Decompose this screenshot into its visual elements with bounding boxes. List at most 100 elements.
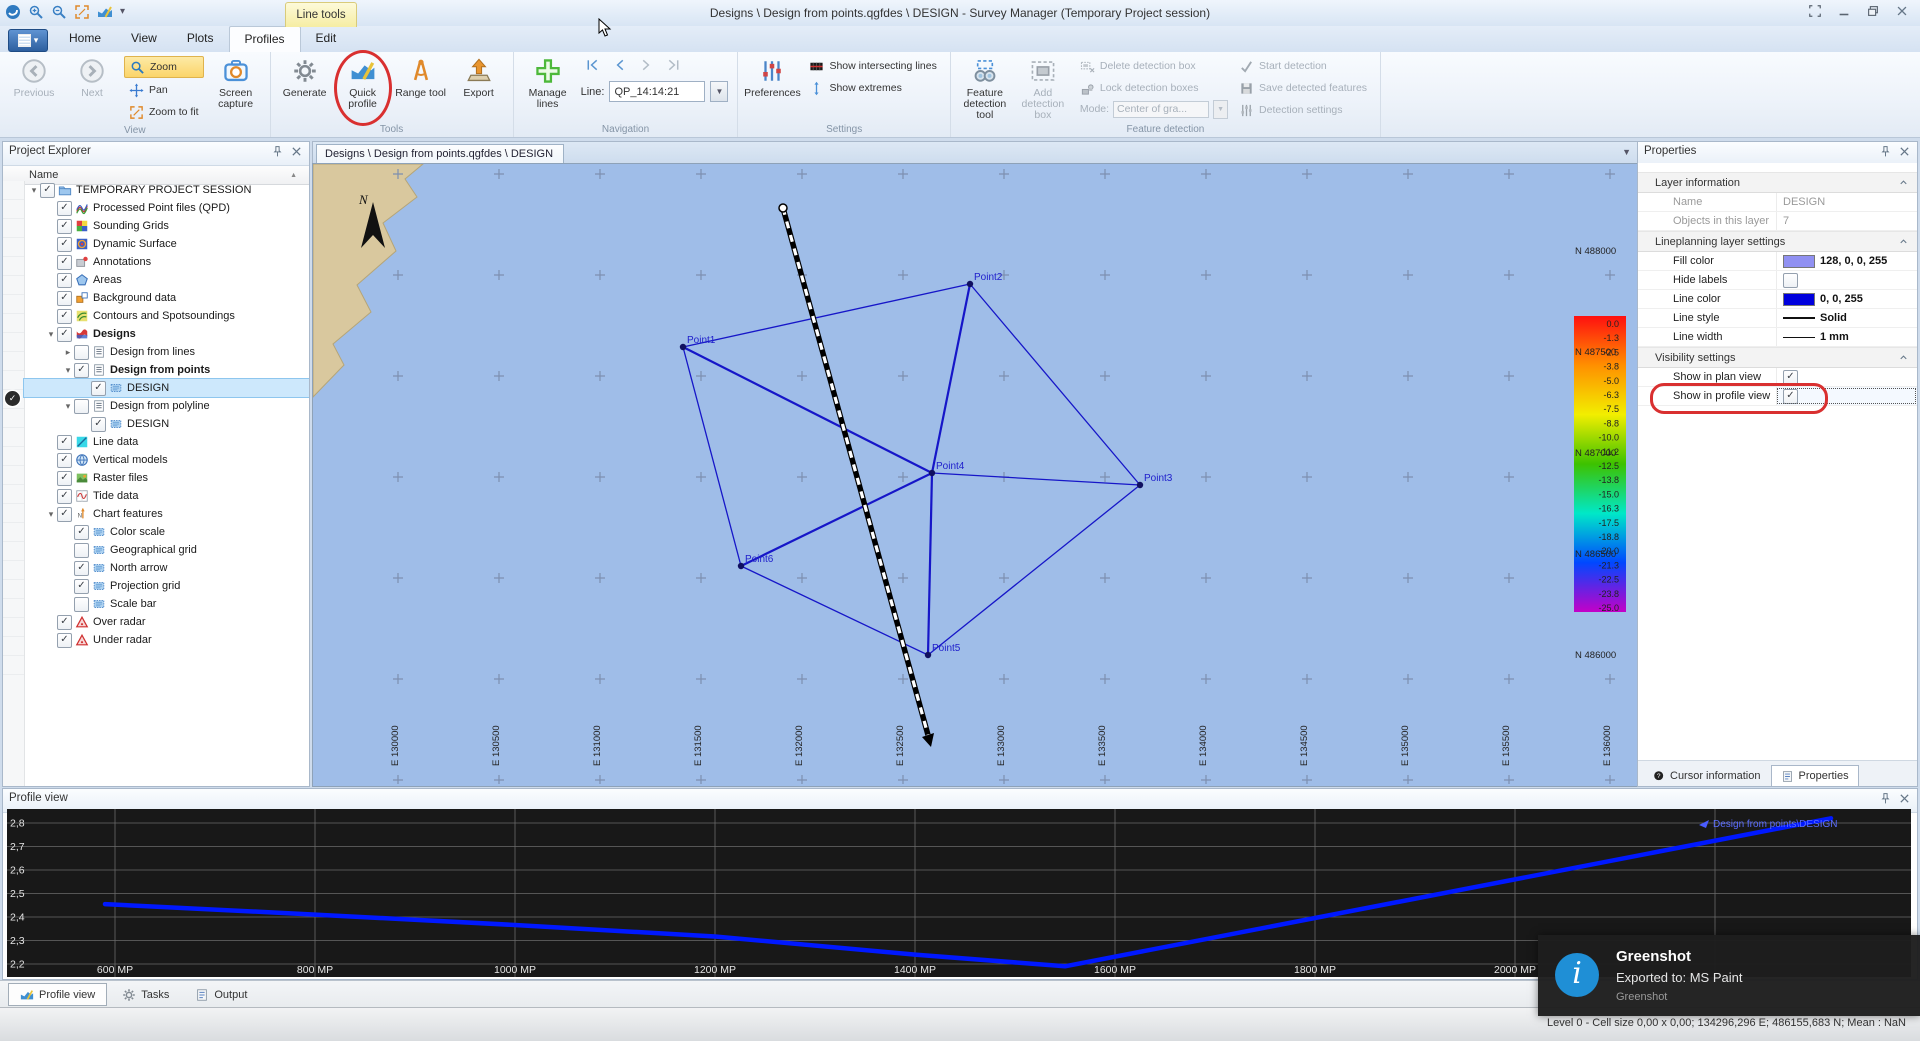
contextual-tab-line-tools[interactable]: Line tools [285,2,357,27]
fullscreen-button[interactable] [1807,4,1823,18]
document-list-dropdown-icon[interactable]: ▼ [1622,147,1631,157]
tree-item-design-from-lines[interactable]: ▸Design from lines [24,343,309,361]
tree-checkbox[interactable]: ✓ [57,453,72,468]
pin-icon[interactable] [271,145,284,158]
tree-checkbox[interactable]: ✓ [57,435,72,450]
tree-item-design[interactable]: ✓DESIGN [24,379,309,397]
property-checkbox[interactable]: ✓ [1783,389,1798,404]
tree-item-raster-files[interactable]: ✓Raster files [24,469,309,487]
tree-item-background-data[interactable]: ✓Background data [24,289,309,307]
tree-checkbox[interactable]: ✓ [57,633,72,648]
tree-checkbox[interactable]: ✓ [40,183,55,198]
zoom-to-fit-button[interactable]: Zoom to fit [124,102,204,122]
go-previous-button[interactable] [612,57,627,73]
tree-item-design-from-points[interactable]: ▾✓Design from points [24,361,309,379]
tree-checkbox[interactable]: ✓ [57,471,72,486]
tree-checkbox[interactable]: ✓ [57,309,72,324]
close-button[interactable] [1894,4,1910,18]
tree-checkbox[interactable]: ✓ [91,417,106,432]
feature-detection-tool-button[interactable]: Feature detection tool [956,54,1014,122]
tree-checkbox[interactable] [74,543,89,558]
bottom-tab-tasks[interactable]: Tasks [111,984,180,1005]
tab-plots[interactable]: Plots [172,26,229,52]
tree-item-annotations[interactable]: ✓Annotations [24,253,309,271]
tree-item-vertical-models[interactable]: ✓Vertical models [24,451,309,469]
close-icon[interactable] [1898,792,1911,805]
collapse-chevron-icon[interactable] [1898,236,1909,247]
tree-checkbox[interactable] [74,399,89,414]
restore-button[interactable] [1865,4,1881,18]
greenshot-toast[interactable]: i Greenshot Exported to: MS Paint Greens… [1538,935,1920,1016]
tree-item-temporary-project-session[interactable]: ▾✓TEMPORARY PROJECT SESSION [24,181,309,199]
preferences-button[interactable]: Preferences [743,54,801,122]
screen-capture-button[interactable]: Screen capture [207,54,265,122]
tree-checkbox[interactable]: ✓ [74,363,89,378]
section-header-layer-information[interactable]: Layer information [1638,172,1917,193]
tree-item-sounding-grids[interactable]: ✓Sounding Grids [24,217,309,235]
tab-cursor-information[interactable]: ?Cursor information [1644,766,1769,786]
tree-item-north-arrow[interactable]: ✓North arrow [24,559,309,577]
plan-view-map[interactable]: NPoint1Point2Point3Point4Point5Point60.0… [312,163,1638,787]
tab-properties[interactable]: Properties [1771,765,1858,786]
tree-item-chart-features[interactable]: ▾✓NChart features [24,505,309,523]
app-logo-icon[interactable] [5,4,21,20]
expander-icon[interactable]: ▸ [62,347,74,358]
export-button[interactable]: Export [450,54,508,122]
property-row-line-width[interactable]: Line width1 mm [1638,328,1917,347]
manage-lines-button[interactable]: Manage lines [519,54,577,122]
tree-item-design[interactable]: ✓DESIGN [24,415,309,433]
show-extremes-button[interactable]: Show extremes [804,78,941,98]
tree-checkbox[interactable]: ✓ [74,579,89,594]
tab-home[interactable]: Home [54,26,116,52]
collapse-chevron-icon[interactable] [1898,352,1909,363]
property-checkbox[interactable] [1783,273,1798,288]
tree-checkbox[interactable]: ✓ [57,489,72,504]
tree-checkbox[interactable]: ✓ [57,219,72,234]
tree-checkbox[interactable]: ✓ [74,525,89,540]
tree-item-areas[interactable]: ✓Areas [24,271,309,289]
application-menu-button[interactable]: ▾ [8,29,48,52]
expander-icon[interactable]: ▾ [45,509,57,520]
property-row-show-in-plan-view[interactable]: Show in plan view✓ [1638,368,1917,387]
property-row-name[interactable]: NameDESIGN [1638,193,1917,212]
tree-item-designs[interactable]: ▾✓Designs [24,325,309,343]
property-row-fill-color[interactable]: Fill color128, 0, 0, 255 [1638,252,1917,271]
tree-checkbox[interactable]: ✓ [74,561,89,576]
expander-icon[interactable]: ▾ [45,329,57,340]
tree-item-under-radar[interactable]: ✓Under radar [24,631,309,649]
property-row-show-in-profile-view[interactable]: Show in profile view✓ [1638,387,1917,406]
tree-item-tide-data[interactable]: ✓Tide data [24,487,309,505]
expander-icon[interactable]: ▾ [62,401,74,412]
tree-item-design-from-polyline[interactable]: ▾Design from polyline [24,397,309,415]
tree-checkbox[interactable]: ✓ [57,255,72,270]
tree-checkbox[interactable]: ✓ [57,273,72,288]
tree-checkbox[interactable]: ✓ [57,291,72,306]
tree-checkbox[interactable]: ✓ [57,615,72,630]
line-select-value[interactable]: QP_14:14:21 [609,81,705,102]
go-first-button[interactable] [585,57,600,73]
tree-item-geographical-grid[interactable]: Geographical grid [24,541,309,559]
tree-item-over-radar[interactable]: ✓Over radar [24,613,309,631]
tree-checkbox[interactable]: ✓ [57,201,72,216]
tree-checkbox[interactable]: ✓ [57,507,72,522]
quick-profile-button[interactable]: Quick profile [334,54,392,122]
tree-item-scale-bar[interactable]: Scale bar [24,595,309,613]
tree-checkbox[interactable] [74,597,89,612]
show-intersecting-lines-button[interactable]: Show intersecting lines [804,56,941,76]
zoom-fit-icon[interactable] [74,4,90,20]
profile-chart-icon[interactable] [97,4,113,20]
pan-button[interactable]: Pan [124,80,204,100]
generate-button[interactable]: Generate [276,54,334,122]
map-canvas[interactable]: NPoint1Point2Point3Point4Point5Point60.0… [313,164,1635,784]
expander-icon[interactable]: ▾ [62,365,74,376]
tab-edit[interactable]: Edit [301,26,352,52]
section-header-visibility-settings[interactable]: Visibility settings [1638,347,1917,368]
section-header-lineplanning-layer-settings[interactable]: Lineplanning layer settings [1638,231,1917,252]
property-row-objects-in-this-layer[interactable]: Objects in this layer7 [1638,212,1917,231]
tree-item-dynamic-surface[interactable]: ✓Dynamic Surface [24,235,309,253]
property-row-line-color[interactable]: Line color0, 0, 255 [1638,290,1917,309]
color-swatch[interactable] [1783,293,1815,306]
color-swatch[interactable] [1783,255,1815,268]
tab-profiles[interactable]: Profiles [229,26,301,53]
minimize-button[interactable] [1836,4,1852,18]
